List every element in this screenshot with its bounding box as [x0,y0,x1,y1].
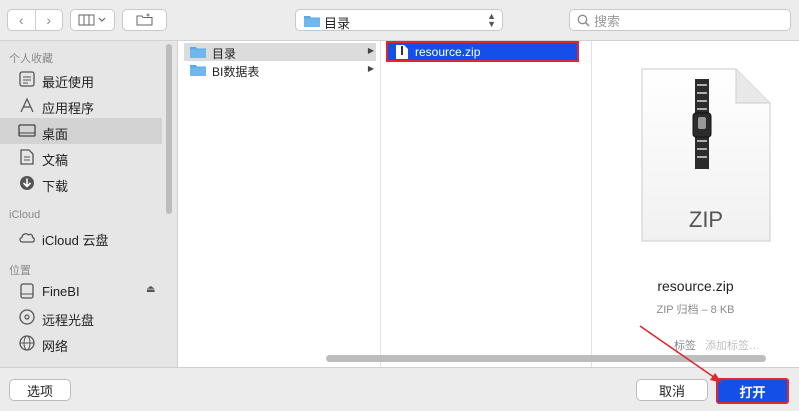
disclosure-arrow-icon: ▶ [367,46,374,55]
zip-icon-label: ZIP [689,207,723,232]
search-field[interactable] [569,9,791,31]
sidebar-item-recents[interactable]: 最近使用 [0,66,162,92]
cloud-icon [19,233,35,243]
folder-icon [190,65,206,76]
back-arrow-icon: ‹ [18,12,24,28]
sidebar-item-label: 远程光盘 [42,313,95,328]
sidebar-section-icloud: iCloud [9,209,41,221]
new-folder-button[interactable] [122,9,167,31]
network-icon [19,335,35,351]
eject-icon[interactable]: ⏏ [146,284,155,295]
zip-file-icon [396,45,408,59]
document-icon [20,149,34,165]
sidebar-item-finebi[interactable]: FineBI ⏏ [0,278,162,304]
sidebar-item-label: 下载 [42,179,69,194]
desktop-icon [18,124,36,137]
sidebar-item-label: 文稿 [42,153,69,168]
sidebar-item-remote-disc[interactable]: 远程光盘 [0,304,162,330]
nav-buttons: ‹ › [7,9,63,31]
sidebar-item-label: 应用程序 [42,101,95,116]
disclosure-arrow-icon: ▶ [367,64,374,73]
browser-columns: 目录 ▶ BI数据表 ▶ resource.zip ZIP resource.z… [178,41,799,367]
sidebar-item-label: 最近使用 [42,75,95,90]
list-item[interactable]: 目录 ▶ [184,43,376,61]
column-view-icon [78,14,105,26]
folder-icon [190,47,206,58]
forward-button[interactable]: › [34,10,63,30]
tags-label: 标签 [674,340,696,352]
sidebar-item-applications[interactable]: 应用程序 [0,92,162,118]
open-button[interactable]: 打开 [716,378,789,404]
zip-archive-icon: ZIP [641,68,771,242]
back-button[interactable]: ‹ [8,10,35,30]
clock-icon [19,71,35,87]
path-label: 目录 [324,16,351,31]
sidebar-scrollbar[interactable] [166,44,172,214]
search-input[interactable] [592,12,786,30]
selected-file-row[interactable]: resource.zip [386,41,579,62]
tags-input[interactable]: 添加标签… [705,337,760,353]
sidebar-section-favorites: 个人收藏 [9,53,53,65]
applications-icon [20,97,34,113]
file-name: resource.zip [415,45,481,59]
sidebar-item-label: 网络 [42,339,69,354]
download-icon [20,176,34,190]
path-popup[interactable]: 目录 ▲ ▼ [295,9,503,31]
item-label: BI数据表 [212,65,260,79]
sidebar-item-network[interactable]: 网络 [0,330,162,356]
sidebar-section-locations: 位置 [9,265,31,277]
horizontal-scrollbar[interactable] [326,355,766,362]
folder-icon [304,16,320,27]
search-icon [577,14,590,27]
sidebar-item-label: iCloud 云盘 [42,233,109,248]
disc-icon [19,309,35,325]
preview-pane: ZIP resource.zip ZIP 归档 – 8 KB 标签 添加标签… [592,41,799,367]
sidebar-item-icloud-drive[interactable]: iCloud 云盘 [0,224,162,250]
preview-file-name: resource.zip [657,278,734,294]
sidebar-item-downloads[interactable]: 下载 [0,170,162,196]
drive-icon [20,283,34,299]
list-item[interactable]: BI数据表 ▶ [184,61,376,79]
column-1: 目录 ▶ BI数据表 ▶ [178,41,381,367]
options-button[interactable]: 选项 [9,379,71,401]
toolbar: ‹ › 目录 ▲ ▼ [0,0,799,41]
new-folder-icon [136,13,152,26]
cancel-button[interactable]: 取消 [636,379,708,401]
sidebar: 个人收藏 最近使用 应用程序 桌面 文稿 下载 iCloud iCloud 云盘… [0,41,178,367]
up-down-chevron-icon: ▲ ▼ [487,11,496,29]
sidebar-item-desktop[interactable]: 桌面 [0,118,162,144]
sidebar-item-label: FineBI [42,284,80,299]
column-2: resource.zip [381,41,592,367]
sidebar-item-documents[interactable]: 文稿 [0,144,162,170]
preview-file-meta: ZIP 归档 – 8 KB [656,304,735,316]
view-mode-button[interactable] [70,9,115,31]
bottom-bar: 选项 取消 打开 [0,367,799,411]
item-label: 目录 [212,47,237,61]
sidebar-item-label: 桌面 [42,127,69,142]
forward-arrow-icon: › [46,12,52,28]
